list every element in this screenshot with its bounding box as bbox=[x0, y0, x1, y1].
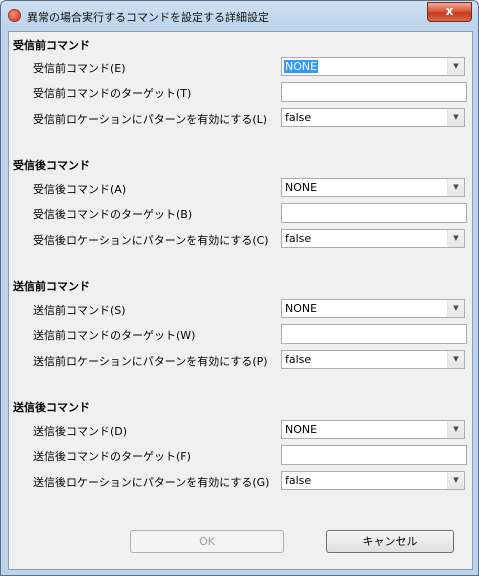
app-icon bbox=[9, 10, 20, 21]
after-receive-command-label: 受信後コマンド(A) bbox=[33, 183, 127, 196]
after-send-pattern-value: false bbox=[285, 474, 312, 487]
title-bar[interactable]: 異常の場合実行するコマンドを設定する詳細設定 x bbox=[1, 1, 478, 31]
before-receive-target-input[interactable] bbox=[281, 82, 467, 102]
before-send-target-input[interactable] bbox=[281, 324, 467, 344]
dialog-body: 受信前コマンド 受信前コマンド(E) NONE ▼ 受信前コマンドのターゲット(… bbox=[8, 31, 473, 570]
chevron-down-icon[interactable]: ▼ bbox=[447, 179, 464, 196]
after-send-command-value: NONE bbox=[285, 423, 318, 436]
cancel-button[interactable]: キャンセル bbox=[326, 530, 454, 553]
after-send-pattern-select[interactable]: false ▼ bbox=[281, 471, 465, 490]
section-title-before-send: 送信前コマンド bbox=[13, 280, 90, 293]
window-title: 異常の場合実行するコマンドを設定する詳細設定 bbox=[27, 11, 269, 24]
before-receive-pattern-value: false bbox=[285, 111, 312, 124]
section-title-after-send: 送信後コマンド bbox=[13, 401, 90, 414]
after-receive-pattern-select[interactable]: false ▼ bbox=[281, 229, 465, 248]
chevron-down-icon[interactable]: ▼ bbox=[447, 109, 464, 126]
after-send-target-label: 送信後コマンドのターゲット(F) bbox=[33, 450, 191, 463]
before-send-command-value: NONE bbox=[285, 302, 318, 315]
after-send-command-select[interactable]: NONE ▼ bbox=[281, 420, 465, 439]
after-receive-target-label: 受信後コマンドのターゲット(B) bbox=[33, 208, 193, 221]
after-receive-command-select[interactable]: NONE ▼ bbox=[281, 178, 465, 197]
dialog-window: 異常の場合実行するコマンドを設定する詳細設定 x 受信前コマンド 受信前コマンド… bbox=[0, 0, 479, 576]
before-receive-command-select[interactable]: NONE ▼ bbox=[281, 57, 465, 76]
chevron-down-icon[interactable]: ▼ bbox=[447, 472, 464, 489]
after-receive-command-value: NONE bbox=[285, 181, 318, 194]
before-send-pattern-value: false bbox=[285, 353, 312, 366]
section-title-before-receive: 受信前コマンド bbox=[13, 39, 90, 52]
chevron-down-icon[interactable]: ▼ bbox=[447, 351, 464, 368]
before-receive-pattern-label: 受信前ロケーションにパターンを有効にする(L) bbox=[33, 113, 268, 126]
before-receive-target-label: 受信前コマンドのターゲット(T) bbox=[33, 87, 192, 100]
section-title-after-receive: 受信後コマンド bbox=[13, 159, 90, 172]
ok-button[interactable]: OK bbox=[130, 530, 284, 553]
after-receive-pattern-label: 受信後ロケーションにパターンを有効にする(C) bbox=[33, 234, 269, 247]
before-send-pattern-select[interactable]: false ▼ bbox=[281, 350, 465, 369]
before-send-command-select[interactable]: NONE ▼ bbox=[281, 299, 465, 318]
before-receive-command-value: NONE bbox=[284, 60, 319, 73]
chevron-down-icon[interactable]: ▼ bbox=[447, 300, 464, 317]
after-receive-pattern-value: false bbox=[285, 232, 312, 245]
before-receive-pattern-select[interactable]: false ▼ bbox=[281, 108, 465, 127]
after-receive-target-input[interactable] bbox=[281, 203, 467, 223]
dialog-footer: OK キャンセル bbox=[9, 507, 472, 569]
before-receive-command-label: 受信前コマンド(E) bbox=[33, 62, 126, 75]
after-send-target-input[interactable] bbox=[281, 445, 467, 465]
chevron-down-icon[interactable]: ▼ bbox=[447, 58, 464, 75]
after-send-pattern-label: 送信後ロケーションにパターンを有効にする(G) bbox=[33, 476, 270, 489]
after-send-command-label: 送信後コマンド(D) bbox=[33, 425, 128, 438]
chevron-down-icon[interactable]: ▼ bbox=[447, 230, 464, 247]
settings-panel: 受信前コマンド 受信前コマンド(E) NONE ▼ 受信前コマンドのターゲット(… bbox=[9, 32, 472, 507]
before-send-target-label: 送信前コマンドのターゲット(W) bbox=[33, 329, 196, 342]
close-button[interactable]: x bbox=[427, 2, 472, 22]
before-send-pattern-label: 送信前ロケーションにパターンを有効にする(P) bbox=[33, 355, 268, 368]
before-send-command-label: 送信前コマンド(S) bbox=[33, 304, 126, 317]
chevron-down-icon[interactable]: ▼ bbox=[447, 421, 464, 438]
